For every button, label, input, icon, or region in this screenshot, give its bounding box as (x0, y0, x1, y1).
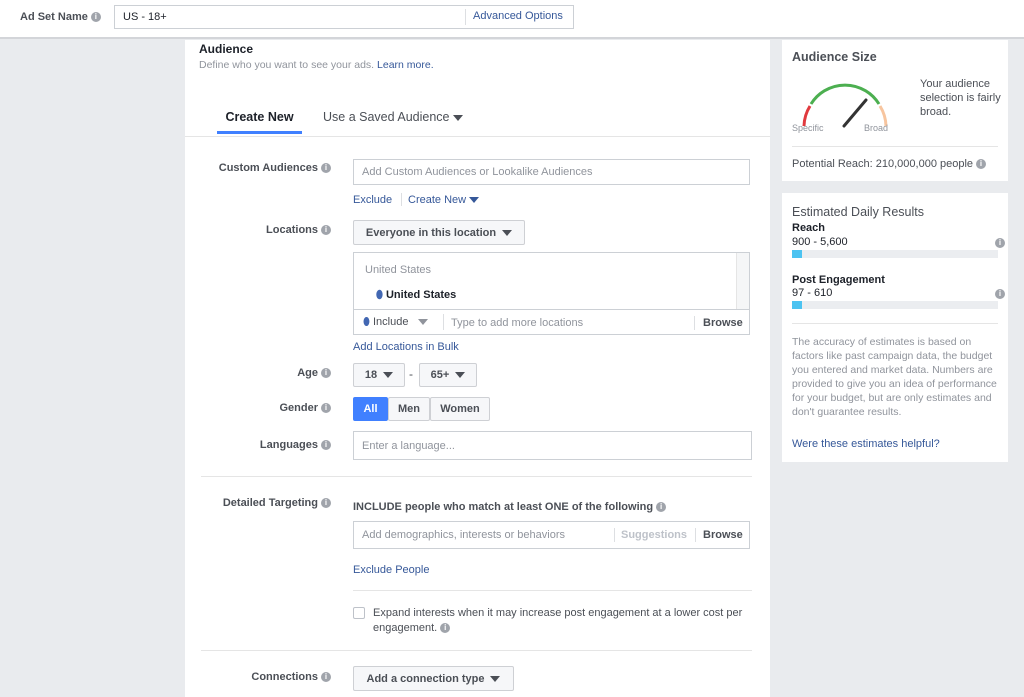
info-icon[interactable]: i (321, 440, 331, 451)
section-title: Audience (199, 42, 254, 56)
info-icon[interactable]: i (321, 403, 331, 414)
post-engagement-label: Post Engagement (792, 274, 885, 286)
location-search-input[interactable]: Type to add more locations (451, 317, 583, 329)
engagement-bar-fill (792, 301, 803, 309)
audience-size-card: Audience Size Specific Broad Your audien… (782, 40, 1008, 181)
languages-input[interactable]: Enter a language... (353, 431, 752, 460)
tab-use-saved-audience[interactable]: Use a Saved Audience (323, 110, 463, 124)
location-type-dropdown[interactable]: Everyone in this location (353, 220, 525, 245)
locations-box: United States ⬮ United States ⬮ Include … (353, 252, 750, 335)
detailed-targeting-input[interactable]: Add demographics, interests or behaviors (353, 521, 750, 549)
add-locations-bulk-link[interactable]: Add Locations in Bulk (353, 341, 459, 353)
expand-interests-text: Expand interests when it may increase po… (373, 607, 743, 634)
estimates-title: Estimated Daily Results (792, 205, 924, 219)
scrollbar[interactable] (736, 253, 749, 309)
gauge-broad-label: Broad (864, 123, 889, 133)
reach-bar-fill (792, 250, 803, 258)
locations-label: Locations i (181, 224, 331, 236)
languages-label: Languages i (181, 439, 331, 451)
audience-description: Your audience selection is fairly broad. (920, 78, 1001, 118)
age-max-dropdown[interactable]: 65+ (419, 363, 477, 387)
include-dropdown[interactable]: ⬮ Include (363, 316, 428, 329)
ad-set-name-label: Ad Set Name i (20, 11, 101, 23)
suggestions-button[interactable]: Suggestions (621, 529, 687, 541)
add-connection-dropdown[interactable]: Add a connection type (353, 666, 514, 691)
browse-locations-button[interactable]: Browse (703, 317, 743, 329)
info-icon[interactable]: i (321, 225, 331, 236)
gauge-specific-label: Specific (792, 123, 824, 133)
info-icon[interactable]: i (976, 159, 987, 170)
gender-women-button[interactable]: Women (430, 397, 490, 421)
audience-panel: Audience Define who you want to see your… (185, 40, 770, 697)
custom-audiences-label: Custom Audiences i (181, 162, 331, 174)
info-icon[interactable]: i (440, 623, 451, 634)
pin-icon: ⬮ (363, 316, 370, 328)
estimates-disclaimer: The accuracy of estimates is based on fa… (792, 336, 997, 418)
caret-down-icon (452, 115, 463, 121)
section-subtitle: Define who you want to see your ads. Lea… (199, 59, 434, 71)
ad-set-name-bar: Ad Set Name i US - 18+ Advanced Options (0, 0, 1024, 39)
age-label: Age i (181, 367, 331, 379)
info-icon[interactable]: i (90, 12, 101, 23)
post-engagement-value: 97 - 610 (792, 287, 833, 299)
learn-more-link[interactable]: Learn more. (377, 59, 434, 71)
caret-down-icon (502, 229, 513, 236)
info-icon[interactable]: i (321, 672, 331, 683)
reach-label: Reach (792, 222, 826, 234)
audience-gauge (802, 83, 888, 128)
info-icon[interactable]: i (995, 238, 1005, 248)
caret-down-icon (417, 319, 428, 325)
info-icon[interactable]: i (321, 163, 331, 174)
audience-size-title: Audience Size (792, 50, 877, 64)
info-icon[interactable]: i (995, 289, 1005, 299)
caret-down-icon (455, 372, 466, 378)
gender-men-button[interactable]: Men (388, 397, 430, 421)
tab-create-new[interactable]: Create New (217, 110, 302, 134)
exclude-link[interactable]: Exclude (353, 194, 392, 206)
create-new-dropdown[interactable]: Create New (408, 194, 480, 206)
estimated-results-card: Estimated Daily Results Reach 900 - 5,60… (782, 193, 1008, 462)
detailed-targeting-label: Detailed Targeting i (181, 497, 331, 509)
caret-down-icon (490, 675, 501, 682)
info-icon[interactable]: i (321, 368, 331, 379)
connections-label: Connections i (181, 671, 331, 683)
browse-targeting-button[interactable]: Browse (703, 529, 743, 541)
info-icon[interactable]: i (656, 502, 667, 513)
include-text: INCLUDE people who match at least ONE of… (353, 501, 667, 513)
reach-value: 900 - 5,600 (792, 236, 848, 248)
gender-selector: All Men Women (353, 397, 490, 421)
engagement-bar (792, 301, 998, 309)
selected-location: ⬮ United States (376, 289, 457, 301)
reach-bar (792, 250, 998, 258)
age-separator: - (409, 367, 413, 381)
exclude-people-link[interactable]: Exclude People (353, 564, 429, 576)
caret-down-icon (383, 372, 394, 378)
gender-label: Gender i (181, 402, 331, 414)
advanced-options-link[interactable]: Advanced Options (473, 10, 563, 22)
estimates-feedback-link[interactable]: Were these estimates helpful? (792, 438, 940, 450)
gauge-mid-segment (809, 83, 881, 105)
age-min-dropdown[interactable]: 18 (353, 363, 405, 387)
expand-interests-checkbox[interactable] (353, 607, 365, 619)
custom-audiences-input[interactable]: Add Custom Audiences or Lookalike Audien… (353, 159, 750, 185)
potential-reach: Potential Reach: 210,000,000 people i (792, 158, 987, 170)
gauge-needle (842, 98, 868, 128)
caret-down-icon (469, 197, 480, 203)
info-icon[interactable]: i (321, 498, 331, 509)
pin-icon: ⬮ (376, 289, 383, 301)
location-group: United States (365, 264, 432, 276)
gender-all-button[interactable]: All (353, 397, 388, 421)
